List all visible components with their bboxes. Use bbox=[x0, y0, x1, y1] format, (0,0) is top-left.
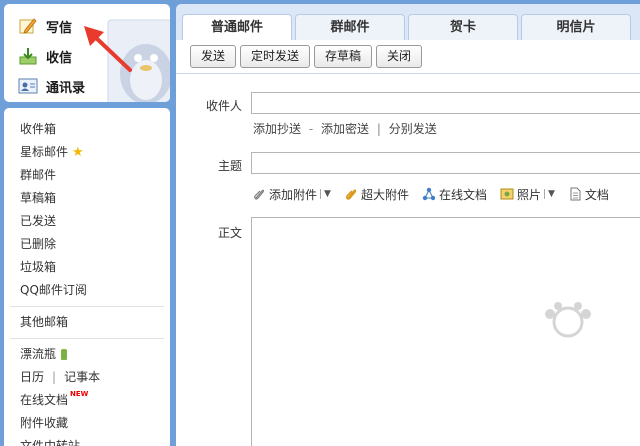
folder-starred[interactable]: 星标邮件 ★ bbox=[4, 141, 170, 164]
folder-sent-label: 已发送 bbox=[20, 214, 57, 228]
nav-inbox[interactable]: 收信 bbox=[18, 44, 72, 68]
star-icon: ★ bbox=[72, 145, 84, 160]
folder-group-label: 群邮件 bbox=[20, 168, 57, 182]
calendar-link[interactable]: 日历 bbox=[20, 366, 44, 389]
folder-inbox[interactable]: 收件箱 bbox=[4, 118, 170, 141]
red-pointer-arrow-icon bbox=[84, 26, 132, 72]
close-button[interactable]: 关闭 bbox=[376, 45, 423, 68]
recipient-options: 添加抄送 - 添加密送 | 分别发送 bbox=[253, 120, 437, 137]
folder-group[interactable]: 群邮件 bbox=[4, 164, 170, 187]
share-nodes-icon bbox=[422, 187, 436, 201]
folder-inbox-label: 收件箱 bbox=[20, 122, 57, 136]
folder-online-docs[interactable]: 在线文档 NEW bbox=[4, 389, 170, 412]
dropdown-arrow-icon[interactable]: ▼ bbox=[543, 189, 555, 199]
folder-online-docs-label: 在线文档 bbox=[20, 393, 69, 407]
scheduled-send-button[interactable]: 定时发送 bbox=[240, 45, 311, 68]
separator: | bbox=[52, 370, 57, 384]
photo-label: 照片 bbox=[516, 187, 541, 202]
large-attachment[interactable]: 超大附件 bbox=[344, 186, 409, 203]
attachment-toolbar: 添加附件 ▼ 超大附件 在线文档 照片 ▼ 文档 bbox=[252, 185, 622, 203]
tab-greeting-card[interactable]: 贺卡 bbox=[408, 14, 518, 40]
separate-send-link[interactable]: 分别发送 bbox=[389, 122, 437, 136]
folder-trash-label: 垃圾箱 bbox=[20, 260, 57, 274]
contact-card-icon bbox=[18, 78, 38, 94]
doc[interactable]: 文档 bbox=[568, 186, 609, 203]
pipe-separator: | bbox=[376, 122, 381, 136]
folder-drafts[interactable]: 草稿箱 bbox=[4, 187, 170, 210]
add-cc-link[interactable]: 添加抄送 bbox=[253, 122, 301, 136]
folder-subscription-label: QQ邮件订阅 bbox=[20, 283, 87, 297]
folder-drafts-label: 草稿箱 bbox=[20, 191, 57, 205]
folder-attachments-label: 附件收藏 bbox=[20, 416, 69, 430]
pencil-icon bbox=[19, 18, 37, 34]
photo-icon bbox=[500, 188, 514, 200]
folder-other[interactable]: 其他邮箱 bbox=[4, 311, 170, 334]
folder-sent[interactable]: 已发送 bbox=[4, 210, 170, 233]
add-bcc-link[interactable]: 添加密送 bbox=[321, 122, 369, 136]
send-button[interactable]: 发送 bbox=[190, 45, 237, 68]
document-icon bbox=[570, 187, 581, 201]
save-draft-button[interactable]: 存草稿 bbox=[314, 45, 373, 68]
add-attachment[interactable]: 添加附件 ▼ bbox=[252, 186, 331, 203]
folder-subscription[interactable]: QQ邮件订阅 bbox=[4, 279, 170, 302]
folder-transfer[interactable]: 文件中转站 bbox=[4, 435, 170, 446]
new-badge: NEW bbox=[70, 390, 89, 398]
dash-separator: - bbox=[308, 122, 314, 136]
large-paperclip-icon bbox=[345, 189, 357, 200]
photo[interactable]: 照片 ▼ bbox=[500, 186, 555, 203]
online-doc-label: 在线文档 bbox=[438, 187, 487, 202]
nav-contacts[interactable]: 通讯录 bbox=[18, 74, 85, 98]
compose-form: 收件人 添加抄送 - 添加密送 | 分别发送 主题 添加附件 ▼ 超大附件 在线… bbox=[176, 74, 640, 446]
add-attachment-label: 添加附件 bbox=[269, 187, 318, 202]
tab-group-mail[interactable]: 群邮件 bbox=[295, 14, 405, 40]
compose-tabs: 普通邮件 群邮件 贺卡 明信片 bbox=[182, 14, 634, 40]
folder-transfer-label: 文件中转站 bbox=[20, 439, 81, 446]
subject-label: 主题 bbox=[218, 159, 243, 173]
watermark-logo-icon bbox=[545, 302, 591, 338]
folder-starred-label: 星标邮件 bbox=[20, 145, 69, 159]
folder-bottle-label: 漂流瓶 bbox=[20, 347, 57, 361]
nav-inbox-label: 收信 bbox=[46, 50, 73, 66]
folder-deleted[interactable]: 已删除 bbox=[4, 233, 170, 256]
bottle-icon bbox=[61, 349, 68, 360]
divider bbox=[10, 338, 164, 339]
top-nav-card: 写信 收信 通讯录 bbox=[4, 4, 170, 102]
inbox-download-icon bbox=[19, 48, 37, 65]
folder-bottle[interactable]: 漂流瓶 bbox=[4, 343, 170, 366]
large-attachment-label: 超大附件 bbox=[360, 187, 409, 202]
nav-contacts-label: 通讯录 bbox=[46, 80, 86, 96]
folder-trash[interactable]: 垃圾箱 bbox=[4, 256, 170, 279]
tab-postcard[interactable]: 明信片 bbox=[521, 14, 631, 40]
doc-label: 文档 bbox=[584, 187, 609, 202]
folder-list: 收件箱 星标邮件 ★ 群邮件 草稿箱 已发送 已删除 垃圾箱 QQ邮件订阅 其他邮… bbox=[4, 108, 170, 446]
nav-write[interactable]: 写信 bbox=[18, 14, 72, 38]
online-doc[interactable]: 在线文档 bbox=[422, 186, 487, 203]
recipient-label: 收件人 bbox=[206, 99, 243, 113]
folder-other-label: 其他邮箱 bbox=[20, 315, 69, 329]
compose-toolbar: 发送 定时发送 存草稿 关闭 bbox=[176, 40, 640, 74]
paperclip-icon bbox=[254, 189, 264, 200]
recipient-input[interactable] bbox=[251, 92, 640, 114]
divider bbox=[10, 306, 164, 307]
folder-deleted-label: 已删除 bbox=[20, 237, 57, 251]
tab-normal-mail[interactable]: 普通邮件 bbox=[182, 14, 292, 40]
folder-attachments[interactable]: 附件收藏 bbox=[4, 412, 170, 435]
dropdown-arrow-icon[interactable]: ▼ bbox=[320, 189, 331, 199]
nav-write-label: 写信 bbox=[46, 20, 73, 36]
subject-input[interactable] bbox=[251, 152, 640, 174]
compose-panel: 普通邮件 群邮件 贺卡 明信片 发送 定时发送 存草稿 关闭 收件人 添加抄送 … bbox=[176, 4, 640, 446]
body-label: 正文 bbox=[218, 226, 243, 240]
